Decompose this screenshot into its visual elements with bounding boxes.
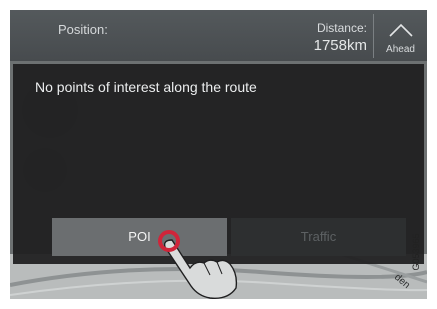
figure-id: G053965 bbox=[411, 233, 421, 271]
empty-message: No points of interest along the route bbox=[35, 79, 257, 95]
screenshot-frame: den Position: Distance: 1758km Ahead No … bbox=[0, 0, 437, 309]
position-label: Position: bbox=[58, 22, 108, 37]
distance-label: Distance: bbox=[316, 21, 367, 35]
distance-value: 1758km bbox=[313, 37, 367, 54]
chevron-up-icon bbox=[389, 23, 413, 37]
infotainment-screen: den Position: Distance: 1758km Ahead No … bbox=[10, 10, 427, 299]
hand-pointer-icon bbox=[158, 230, 238, 299]
tab-traffic[interactable]: Traffic bbox=[231, 218, 406, 256]
ahead-label: Ahead bbox=[386, 44, 415, 55]
ahead-button[interactable]: Ahead bbox=[374, 10, 427, 61]
navigation-header: Position: Distance: 1758km Ahead bbox=[10, 10, 427, 61]
